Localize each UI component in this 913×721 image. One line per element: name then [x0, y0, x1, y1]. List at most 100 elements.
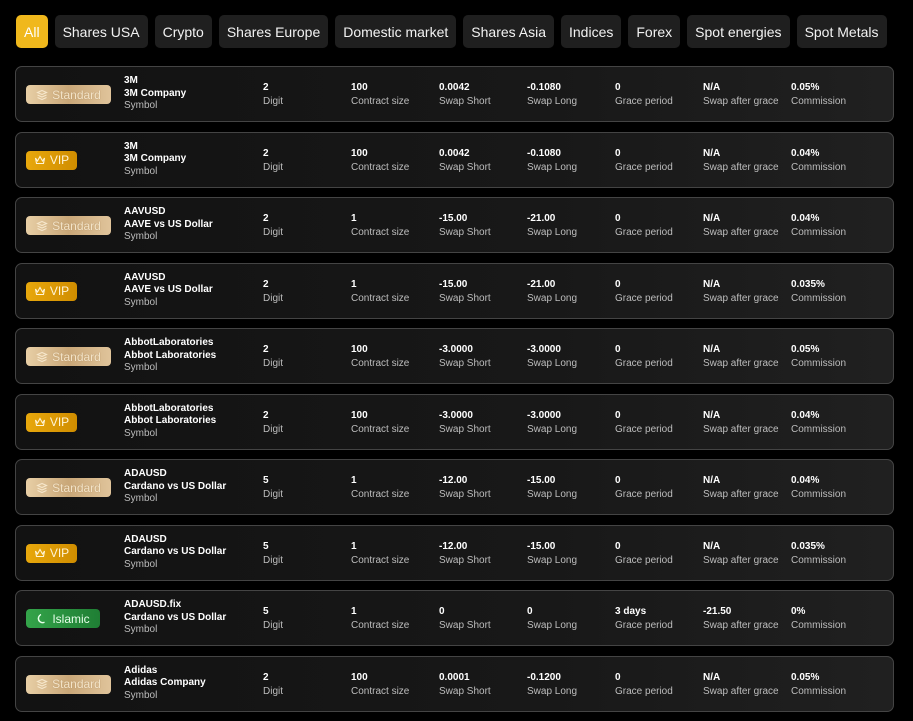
- commission-cell: 0.05% Commission: [791, 81, 846, 109]
- contract-size-label: Contract size: [351, 161, 410, 173]
- symbol-code: ADAUSD: [124, 468, 167, 479]
- grace-period-value: 0: [615, 671, 621, 683]
- grace-period-cell: 0 Grace period: [615, 540, 673, 568]
- tab-all[interactable]: All: [16, 15, 48, 48]
- instrument-row[interactable]: Standard ADAUSD Cardano vs US Dollar Sym…: [15, 459, 894, 515]
- contract-size-value: 100: [351, 409, 368, 421]
- symbol-code: Adidas: [124, 664, 158, 676]
- instrument-row[interactable]: Standard 3M 3M Company Symbol 2 Digit 10…: [15, 66, 894, 122]
- instrument-row[interactable]: VIP 3M 3M Company Symbol 2 Digit 100 Con…: [15, 131, 894, 188]
- symbol-code: AbbotLaboratories: [124, 402, 214, 414]
- instrument-row[interactable]: VIP AbbotLaboratories Abbot Laboratories…: [15, 393, 894, 450]
- grace-period-cell: 0 Grace period: [615, 671, 673, 699]
- account-type-badge[interactable]: Standard: [26, 85, 111, 104]
- tab-forex[interactable]: Forex: [628, 15, 681, 48]
- digit-label: Digit: [263, 161, 284, 173]
- grace-period-label: Grace period: [615, 161, 673, 173]
- crescent-moon-icon: [36, 613, 48, 625]
- account-type-badge[interactable]: Standard: [26, 478, 111, 497]
- symbol-label: Symbol: [124, 100, 158, 111]
- instrument-row[interactable]: VIP ADAUSD Cardano vs US Dollar Symbol 5…: [15, 524, 894, 581]
- digit-cell: 2 Digit: [263, 278, 283, 306]
- digit-value: 5: [263, 540, 269, 552]
- tab-shares-usa[interactable]: Shares USA: [54, 15, 148, 48]
- contract-size-label: Contract size: [351, 358, 410, 369]
- instrument-row[interactable]: VIP AAVUSD AAVE vs US Dollar Symbol 2 Di…: [15, 262, 894, 319]
- symbol-cell: AAVUSD AAVE vs US Dollar Symbol: [124, 272, 213, 310]
- swap-short-label: Swap Short: [439, 96, 491, 107]
- commission-cell: 0.035% Commission: [791, 278, 846, 306]
- account-type-badge[interactable]: Standard: [26, 216, 111, 235]
- swap-short-cell: 0 Swap Short: [439, 605, 491, 633]
- commission-cell: 0.04% Commission: [791, 212, 846, 240]
- contract-size-label: Contract size: [351, 685, 410, 697]
- contract-size-label: Contract size: [351, 292, 410, 304]
- swap-long-cell: -0.1080 Swap Long: [527, 81, 577, 109]
- symbol-cell: Adidas Adidas Company Symbol: [124, 665, 206, 703]
- swap-long-cell: -3.0000 Swap Long: [527, 343, 577, 371]
- grace-period-label: Grace period: [615, 685, 673, 697]
- account-type-label: Standard: [52, 480, 101, 495]
- crown-icon: [34, 547, 46, 559]
- account-type-badge[interactable]: Standard: [26, 347, 111, 366]
- grace-period-label: Grace period: [615, 292, 673, 304]
- symbol-label: Symbol: [124, 493, 158, 504]
- swap-short-value: 0.0042: [439, 147, 470, 159]
- grace-period-cell: 0 Grace period: [615, 343, 673, 371]
- crown-icon: [34, 285, 46, 297]
- grace-period-label: Grace period: [615, 620, 673, 631]
- commission-cell: 0.05% Commission: [791, 343, 846, 371]
- layers-icon: [36, 482, 48, 494]
- tab-shares-europe[interactable]: Shares Europe: [218, 15, 329, 48]
- contract-size-cell: 100 Contract size: [351, 147, 409, 175]
- digit-label: Digit: [263, 96, 284, 107]
- grace-period-value: 0: [615, 213, 621, 224]
- swap-long-value: -0.1080: [527, 147, 561, 159]
- account-type-badge[interactable]: VIP: [26, 412, 77, 432]
- account-type-badge[interactable]: Standard: [26, 674, 111, 694]
- instrument-row[interactable]: Standard Adidas Adidas Company Symbol 2 …: [15, 655, 894, 712]
- swap-long-label: Swap Long: [527, 685, 578, 697]
- contract-size-cell: 1 Contract size: [351, 278, 409, 306]
- swap-short-cell: -3.0000 Swap Short: [439, 343, 491, 371]
- tab-indices[interactable]: Indices: [561, 15, 622, 48]
- instrument-row[interactable]: Islamic ADAUSD.fix Cardano vs US Dollar …: [15, 590, 894, 646]
- commission-value: 0.035%: [791, 540, 825, 552]
- swap-after-grace-value: N/A: [703, 409, 721, 421]
- account-type-label: VIP: [49, 153, 70, 167]
- commission-value: 0.035%: [791, 278, 825, 290]
- symbol-cell: 3M 3M Company Symbol: [124, 141, 186, 179]
- tab-shares-asia[interactable]: Shares Asia: [463, 15, 554, 48]
- tab-domestic-market[interactable]: Domestic market: [335, 15, 457, 48]
- swap-long-cell: -0.1200 Swap Long: [527, 671, 577, 699]
- swap-short-value: 0.0042: [439, 82, 470, 93]
- tab-crypto[interactable]: Crypto: [154, 15, 212, 48]
- contract-size-value: 1: [351, 278, 357, 290]
- grace-period-label: Grace period: [615, 96, 673, 107]
- swap-after-grace-value: N/A: [703, 213, 721, 224]
- swap-long-cell: -21.00 Swap Long: [527, 212, 577, 240]
- symbol-label: Symbol: [124, 165, 158, 177]
- instrument-row[interactable]: Standard AbbotLaboratories Abbot Laborat…: [15, 328, 894, 384]
- tab-spot-energies[interactable]: Spot energies: [687, 15, 790, 48]
- digit-cell: 2 Digit: [263, 81, 283, 109]
- swap-after-grace-label: Swap after grace: [703, 227, 779, 238]
- swap-long-cell: 0 Swap Long: [527, 605, 577, 633]
- swap-short-cell: -15.00 Swap Short: [439, 278, 491, 306]
- tab-spot-metals[interactable]: Spot Metals: [796, 15, 887, 48]
- swap-long-value: -0.1200: [527, 671, 561, 683]
- grace-period-label: Grace period: [615, 358, 673, 369]
- account-type-badge[interactable]: VIP: [26, 543, 77, 563]
- commission-cell: 0% Commission: [791, 605, 846, 633]
- instrument-row[interactable]: Standard AAVUSD AAVE vs US Dollar Symbol…: [15, 197, 894, 253]
- contract-size-cell: 100 Contract size: [351, 409, 409, 437]
- grace-period-value: 3 days: [615, 606, 647, 617]
- contract-size-label: Contract size: [351, 423, 410, 435]
- swap-long-value: -15.00: [527, 540, 556, 552]
- symbol-label: Symbol: [124, 296, 158, 308]
- account-type-badge[interactable]: VIP: [26, 281, 77, 301]
- account-type-badge[interactable]: Islamic: [26, 609, 100, 628]
- swap-long-cell: -0.1080 Swap Long: [527, 147, 577, 175]
- account-type-badge[interactable]: VIP: [26, 150, 77, 170]
- contract-size-cell: 100 Contract size: [351, 343, 409, 371]
